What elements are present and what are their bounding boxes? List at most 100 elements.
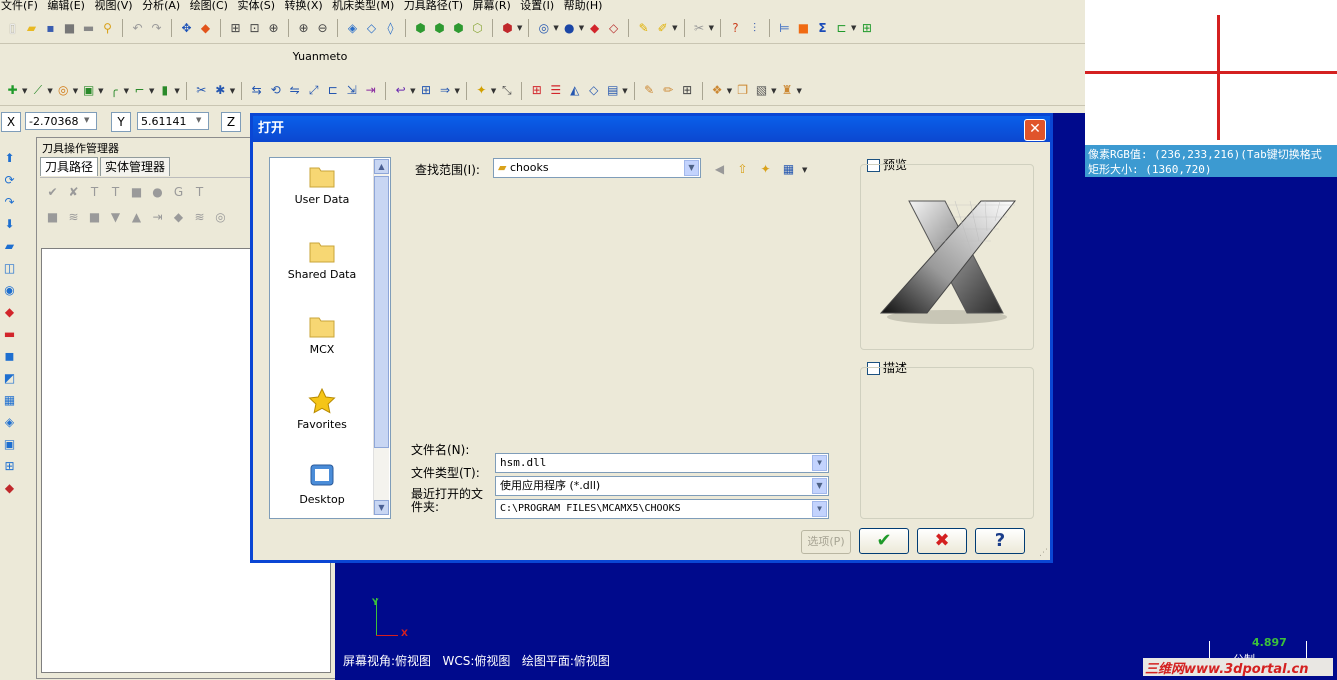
menu-view[interactable]: 视图(V) xyxy=(94,0,132,11)
open-folder-icon[interactable]: ▰ xyxy=(23,20,40,37)
select-invalid-icon[interactable]: ✘ xyxy=(65,184,82,201)
chevron-down-icon[interactable]: ▼ xyxy=(230,87,235,95)
places-scrollbar[interactable]: ▲ ▼ xyxy=(373,159,389,515)
wrap-icon[interactable]: ↩ xyxy=(392,82,409,99)
shape-icon[interactable]: ◭ xyxy=(566,82,583,99)
tool-a-icon[interactable]: ✎ xyxy=(641,82,658,99)
mirror-icon[interactable]: ⇋ xyxy=(286,82,303,99)
globe-icon[interactable]: ◎ xyxy=(535,20,552,37)
stretch-icon[interactable]: ⇥ xyxy=(362,82,379,99)
zoom-target-icon[interactable]: ⊕ xyxy=(265,20,282,37)
repaint-icon[interactable]: ◆ xyxy=(197,20,214,37)
dimension-icon[interactable]: ✐ xyxy=(654,20,671,37)
chevron-down-icon[interactable]: ▼ xyxy=(174,87,179,95)
post-icon[interactable]: G xyxy=(170,184,187,201)
menu-machine-type[interactable]: 机床类型(M) xyxy=(332,0,394,11)
chevron-down-icon[interactable]: ▼ xyxy=(812,478,827,494)
close-icon[interactable]: ✕ xyxy=(1024,119,1046,141)
tab-toolpaths[interactable]: 刀具路径 xyxy=(40,157,99,176)
bottle-icon[interactable]: ♜ xyxy=(778,82,795,99)
menu-settings[interactable]: 设置(I) xyxy=(520,0,554,11)
view-cube-icon[interactable]: ⬢ xyxy=(499,20,516,37)
offset-icon[interactable]: ⊏ xyxy=(324,82,341,99)
eraser-icon[interactable]: ◇ xyxy=(585,82,602,99)
lock-2-icon[interactable]: ■ xyxy=(86,209,103,226)
shade-icon[interactable]: ◈ xyxy=(344,20,361,37)
cube-iso-icon[interactable]: ⬢ xyxy=(412,20,429,37)
scroll-down-button[interactable]: ▼ xyxy=(374,500,389,515)
filename-input[interactable]: hsm.dll ▼ xyxy=(495,453,829,473)
lock-icon[interactable]: ■ xyxy=(44,209,61,226)
zoom-out-icon[interactable]: ⊖ xyxy=(314,20,331,37)
orange-box-icon[interactable]: ■ xyxy=(795,20,812,37)
up-folder-icon[interactable]: ⇧ xyxy=(734,161,751,178)
undo-icon[interactable]: ↶ xyxy=(129,20,146,37)
list-icon[interactable]: ☰ xyxy=(547,82,564,99)
recent-folders-select[interactable]: C:\PROGRAM FILES\MCAMX5\CHOOKS ▼ xyxy=(495,499,829,519)
sweep-icon[interactable]: ↷ xyxy=(1,194,18,211)
move-down-icon[interactable]: ▼ xyxy=(107,209,124,226)
scroll-icon[interactable]: ◆ xyxy=(170,209,187,226)
chevron-down-icon[interactable]: ▼ xyxy=(796,87,801,95)
expand-icon[interactable]: ⤡ xyxy=(498,82,515,99)
trim-icon[interactable]: ✂ xyxy=(193,82,210,99)
ruler-icon[interactable]: ✎ xyxy=(635,20,652,37)
select-all-icon[interactable]: ✔ xyxy=(44,184,61,201)
back-icon[interactable]: ◀ xyxy=(711,161,728,178)
point-icon[interactable]: ✚ xyxy=(4,82,21,99)
color-cubes-icon[interactable]: ◆ xyxy=(1,480,18,497)
zoom-window-icon[interactable]: ⊡ xyxy=(246,20,263,37)
regen-icon[interactable]: T xyxy=(86,184,103,201)
layers-icon[interactable]: ▤ xyxy=(604,82,621,99)
project-icon[interactable]: ⇲ xyxy=(343,82,360,99)
help-button[interactable]: ? xyxy=(975,528,1025,554)
options-button[interactable]: 选项(P) xyxy=(801,530,851,554)
menu-edit[interactable]: 编辑(E) xyxy=(47,0,85,11)
solid-red-icon[interactable]: ◆ xyxy=(586,20,603,37)
new-file-icon[interactable]: ▯ xyxy=(4,20,21,37)
chevron-down-icon[interactable]: ▼ xyxy=(812,501,827,517)
place-favorites[interactable]: Favorites xyxy=(272,388,372,431)
cube-front-icon[interactable]: ⬢ xyxy=(450,20,467,37)
line-icon[interactable]: ⟋ xyxy=(29,82,46,99)
redo-icon[interactable]: ↷ xyxy=(148,20,165,37)
menu-help[interactable]: 帮助(H) xyxy=(564,0,603,11)
cube-side-icon[interactable]: ⬡ xyxy=(469,20,486,37)
print-preview-icon[interactable]: ⚲ xyxy=(99,20,116,37)
move-up-icon[interactable]: ▲ xyxy=(128,209,145,226)
lookin-select[interactable]: ▰ chooks ▼ xyxy=(493,158,701,178)
highfeed-icon[interactable]: T xyxy=(191,184,208,201)
place-shared-data[interactable]: Shared Data xyxy=(272,238,372,281)
chevron-down-icon[interactable]: ▼ xyxy=(149,87,154,95)
chevron-down-icon[interactable]: ▼ xyxy=(47,87,52,95)
chevron-down-icon[interactable]: ▼ xyxy=(672,24,677,32)
x-coord-label[interactable]: X xyxy=(1,112,21,132)
wave-icon[interactable]: ≋ xyxy=(65,209,82,226)
file-list[interactable] xyxy=(413,186,833,436)
stock-icon[interactable]: ❖ xyxy=(709,82,726,99)
trim-solid-icon[interactable]: ◆ xyxy=(1,304,18,321)
table-view-icon[interactable]: ⊞ xyxy=(1,458,18,475)
regen-dirty-icon[interactable]: T xyxy=(107,184,124,201)
save-as-icon[interactable]: ■ xyxy=(61,20,78,37)
revolve-icon[interactable]: ⟳ xyxy=(1,172,18,189)
sphere-icon[interactable]: ● xyxy=(561,20,578,37)
chevron-down-icon[interactable]: ▼ xyxy=(455,87,460,95)
chevron-down-icon[interactable]: ▼ xyxy=(579,24,584,32)
wireframe-icon[interactable]: ◇ xyxy=(363,20,380,37)
hidden-line-icon[interactable]: ◊ xyxy=(382,20,399,37)
green-bracket-icon[interactable]: ⊏ xyxy=(833,20,850,37)
save-icon[interactable]: ▪ xyxy=(42,20,59,37)
array-icon[interactable]: ⊞ xyxy=(418,82,435,99)
print-icon[interactable]: ▬ xyxy=(80,20,97,37)
menu-file[interactable]: 文件(F) xyxy=(1,0,38,11)
shell-icon[interactable]: ◫ xyxy=(1,260,18,277)
menu-screen[interactable]: 屏幕(R) xyxy=(473,0,511,11)
translate-icon[interactable]: ⇆ xyxy=(248,82,265,99)
stamp-icon[interactable]: ▧ xyxy=(753,82,770,99)
chevron-down-icon[interactable]: ▼ xyxy=(84,116,89,124)
circle-search-icon[interactable]: ◎ xyxy=(212,209,229,226)
cube-top-icon[interactable]: ⬢ xyxy=(431,20,448,37)
chevron-down-icon[interactable]: ▼ xyxy=(410,87,415,95)
solid-box-icon[interactable]: ▰ xyxy=(1,238,18,255)
